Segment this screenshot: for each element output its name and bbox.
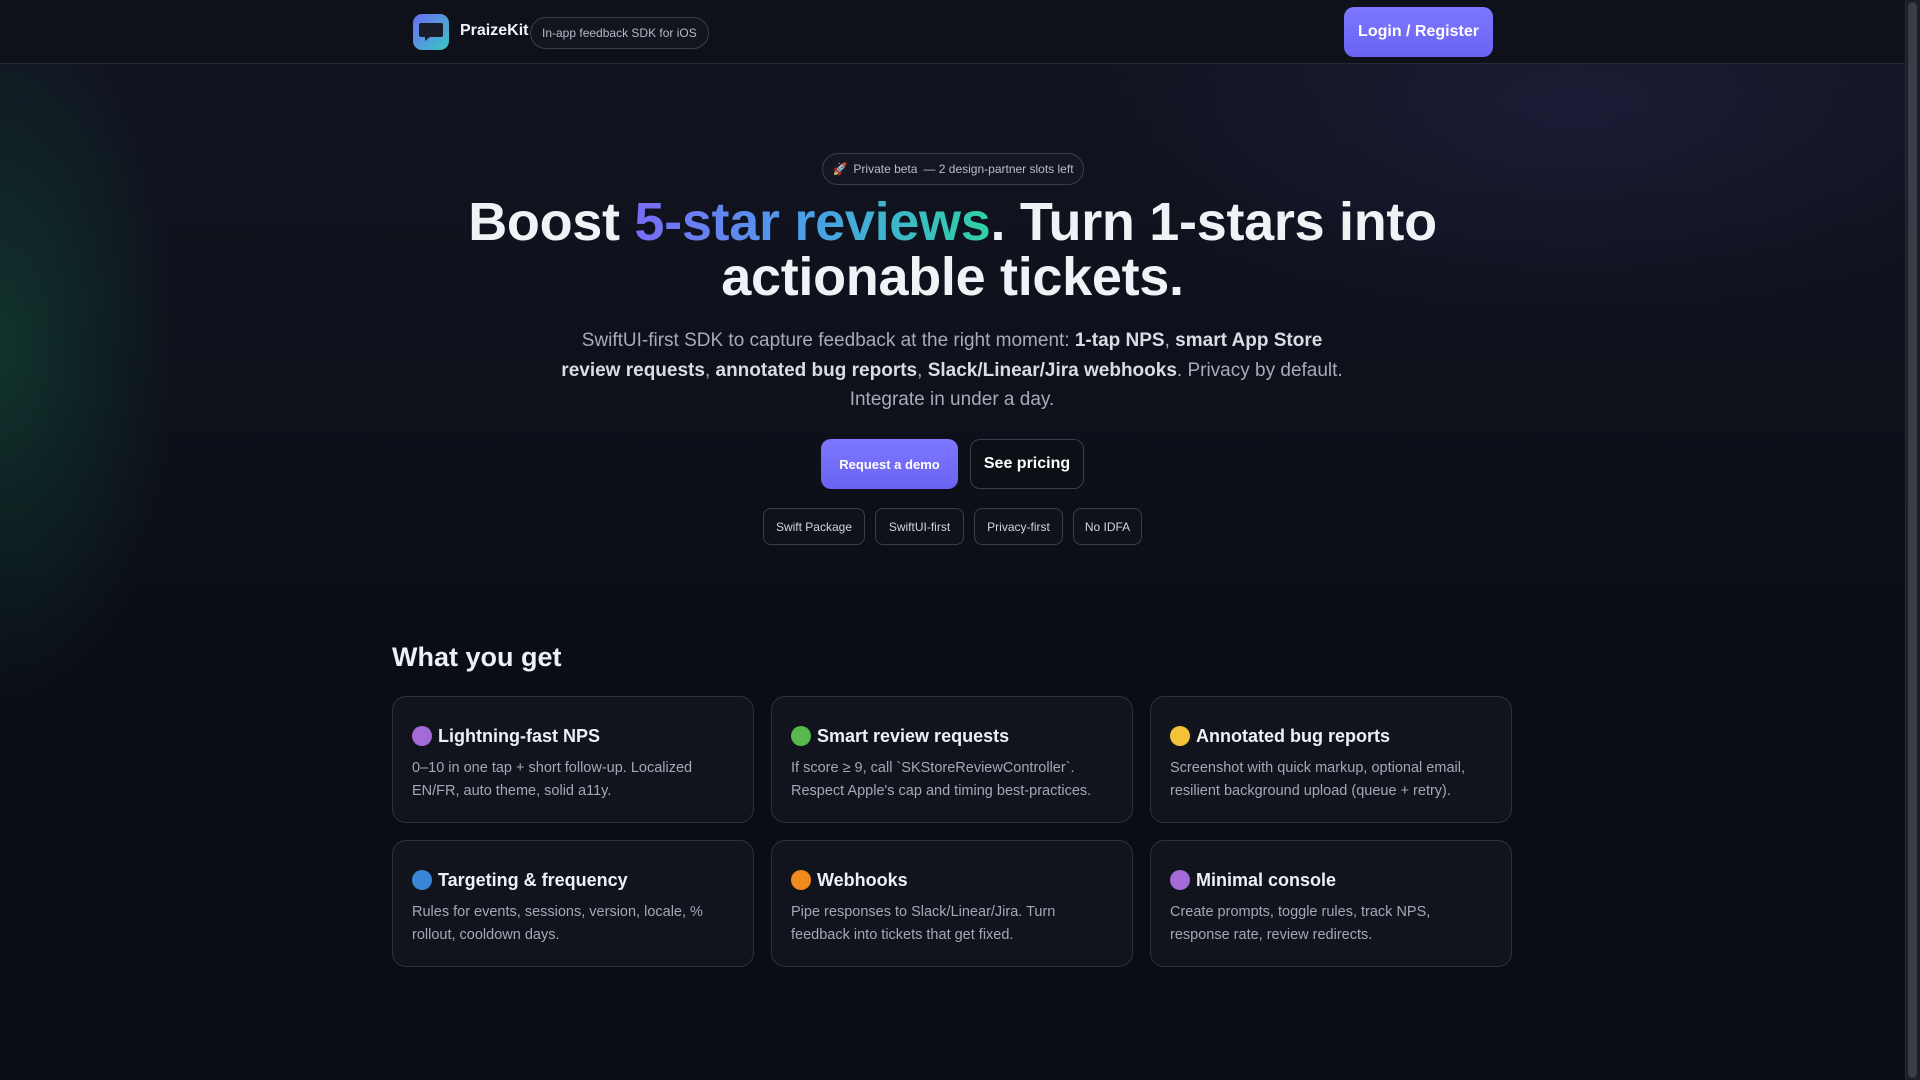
feature-title-text: Webhooks xyxy=(817,869,908,890)
feature-card-title: Webhooks xyxy=(791,869,1114,891)
orange-circle-icon xyxy=(791,870,811,890)
see-pricing-button[interactable]: See pricing xyxy=(970,439,1084,489)
hero-title-prefix: Boost xyxy=(468,192,635,252)
feature-card-title: Targeting & frequency xyxy=(412,869,735,891)
beta-badge-label: Private beta xyxy=(853,162,918,176)
vertical-scrollbar[interactable] xyxy=(1905,0,1920,1080)
subtitle-text: , xyxy=(704,359,716,381)
request-demo-button[interactable]: Request a demo xyxy=(821,439,958,489)
chat-bubble-icon xyxy=(419,23,443,41)
feature-title-text: Targeting & frequency xyxy=(438,869,628,890)
feature-card-desc: Rules for events, sessions, version, loc… xyxy=(412,904,703,943)
feature-card-title: Lightning-fast NPS xyxy=(412,725,735,747)
subtitle-text: SwiftUI-first SDK to capture feedback at… xyxy=(581,330,1075,351)
feature-card-desc: 0–10 in one tap + short follow-up. Local… xyxy=(412,760,693,799)
yellow-circle-icon xyxy=(1170,726,1190,746)
subtitle-highlight-nps: 1-tap NPS xyxy=(1074,330,1165,351)
brand-name[interactable]: PraizeKit xyxy=(460,22,528,40)
feature-card: Minimal console Create prompts, toggle r… xyxy=(1150,840,1512,967)
feature-title-text: Minimal console xyxy=(1196,869,1337,890)
feature-card-title: Minimal console xyxy=(1170,869,1493,891)
subtitle-highlight-bugs: annotated bug reports xyxy=(715,359,918,381)
feature-title-text: Smart review requests xyxy=(817,725,1010,746)
feature-card-title: Smart review requests xyxy=(791,725,1114,747)
feature-card: Targeting & frequency Rules for events, … xyxy=(392,840,754,967)
chip-swift-package: Swift Package xyxy=(763,508,865,545)
hero-title-highlight: 5-star reviews xyxy=(634,192,991,252)
login-register-button[interactable]: Login / Register xyxy=(1344,7,1493,57)
feature-title-text: Annotated bug reports xyxy=(1196,725,1390,746)
chip-privacy-first: Privacy-first xyxy=(974,508,1063,545)
subtitle-highlight-webhooks: Slack/Linear/Jira webhooks xyxy=(927,359,1177,381)
top-navbar: PraizeKit In-app feedback SDK for iOS Lo… xyxy=(0,0,1905,64)
scrollbar-thumb[interactable] xyxy=(1908,2,1917,1078)
green-circle-icon xyxy=(791,726,811,746)
tagline-badge: In-app feedback SDK for iOS xyxy=(530,17,709,49)
feature-card-desc: Screenshot with quick markup, optional e… xyxy=(1170,760,1465,799)
feature-card: Annotated bug reports Screenshot with qu… xyxy=(1150,696,1512,823)
feature-card-title: Annotated bug reports xyxy=(1170,725,1493,747)
beta-badge-note: — 2 design-partner slots left xyxy=(923,162,1074,176)
feature-card: Webhooks Pipe responses to Slack/Linear/… xyxy=(771,840,1133,967)
blue-circle-icon xyxy=(412,870,432,890)
features-title: What you get xyxy=(392,642,562,672)
subtitle-text: , xyxy=(917,359,928,381)
hero-subtitle: SwiftUI-first SDK to capture feedback at… xyxy=(552,326,1352,415)
feature-card-desc: Create prompts, toggle rules, track NPS,… xyxy=(1170,904,1431,943)
logo[interactable] xyxy=(413,14,449,50)
hero-title: Boost 5-star reviews. Turn 1-stars into … xyxy=(360,195,1545,305)
rocket-icon: 🚀 xyxy=(832,162,848,176)
feature-card-desc: Pipe responses to Slack/Linear/Jira. Tur… xyxy=(791,904,1056,943)
feature-title-text: Lightning-fast NPS xyxy=(438,725,600,746)
subtitle-text: , xyxy=(1164,330,1176,351)
chip-no-idfa: No IDFA xyxy=(1073,508,1142,545)
beta-badge: 🚀 Private beta — 2 design-partner slots … xyxy=(822,153,1084,185)
purple-circle-icon xyxy=(1170,870,1190,890)
feature-card: Lightning-fast NPS 0–10 in one tap + sho… xyxy=(392,696,754,823)
chip-swiftui-first: SwiftUI-first xyxy=(875,508,964,545)
purple-circle-icon xyxy=(412,726,432,746)
feature-card-desc: If score ≥ 9, call `SKStoreReviewControl… xyxy=(791,760,1092,799)
feature-card: Smart review requests If score ≥ 9, call… xyxy=(771,696,1133,823)
feature-chips: Swift Package SwiftUI-first Privacy-firs… xyxy=(0,508,1905,545)
